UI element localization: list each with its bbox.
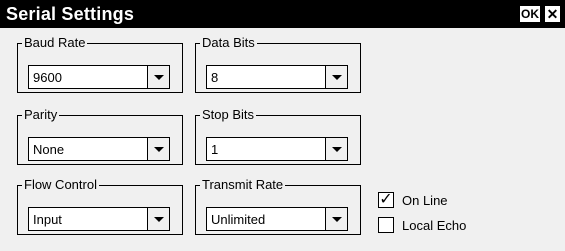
baud-rate-value: 9600 xyxy=(33,70,62,85)
baud-rate-select[interactable]: 9600 xyxy=(28,65,170,89)
transmit-rate-dropdown-button[interactable] xyxy=(325,208,347,230)
chevron-down-icon xyxy=(154,147,164,152)
transmit-rate-value: Unlimited xyxy=(211,212,266,227)
stop-bits-label: Stop Bits xyxy=(202,107,255,122)
transmit-rate-label: Transmit Rate xyxy=(202,177,284,192)
parity-value: None xyxy=(33,142,65,157)
stop-bits-group: Stop Bits 1 xyxy=(195,108,361,165)
baud-rate-group: Baud Rate 9600 xyxy=(17,36,183,93)
transmit-rate-select[interactable]: Unlimited xyxy=(206,207,348,231)
stop-bits-value: 1 xyxy=(211,142,219,157)
data-bits-group: Data Bits 8 xyxy=(195,36,361,93)
parity-group: Parity None xyxy=(17,108,183,165)
parity-dropdown-button[interactable] xyxy=(147,138,169,160)
local-echo-label[interactable]: Local Echo xyxy=(402,218,466,233)
data-bits-label: Data Bits xyxy=(202,35,255,50)
data-bits-value: 8 xyxy=(211,70,219,85)
stop-bits-dropdown-button[interactable] xyxy=(325,138,347,160)
window-title: Serial Settings xyxy=(6,4,135,24)
chevron-down-icon xyxy=(154,217,164,222)
stop-bits-select[interactable]: 1 xyxy=(206,137,348,161)
chevron-down-icon xyxy=(332,147,342,152)
local-echo-checkbox-box[interactable] xyxy=(378,217,394,233)
flow-control-label: Flow Control xyxy=(24,177,97,192)
flow-control-value: Input xyxy=(33,212,62,227)
parity-select[interactable]: None xyxy=(28,137,170,161)
baud-rate-dropdown-button[interactable] xyxy=(147,66,169,88)
on-line-checkbox-box[interactable]: ✓ xyxy=(378,192,394,208)
flow-control-dropdown-button[interactable] xyxy=(147,208,169,230)
chevron-down-icon xyxy=(154,75,164,80)
on-line-checkbox[interactable]: ✓ On Line xyxy=(378,192,498,212)
local-echo-checkbox[interactable]: Local Echo xyxy=(378,217,498,237)
close-icon[interactable]: ✕ xyxy=(545,6,560,22)
chevron-down-icon xyxy=(332,217,342,222)
ok-button[interactable]: OK xyxy=(520,6,540,22)
flow-control-select[interactable]: Input xyxy=(28,207,170,231)
transmit-rate-group: Transmit Rate Unlimited xyxy=(195,178,361,235)
title-bar: Serial Settings OK ✕ xyxy=(0,0,565,28)
on-line-label[interactable]: On Line xyxy=(402,193,448,208)
parity-label: Parity xyxy=(24,107,58,122)
data-bits-dropdown-button[interactable] xyxy=(325,66,347,88)
chevron-down-icon xyxy=(332,75,342,80)
baud-rate-label: Baud Rate xyxy=(24,35,86,50)
flow-control-group: Flow Control Input xyxy=(17,178,183,235)
data-bits-select[interactable]: 8 xyxy=(206,65,348,89)
